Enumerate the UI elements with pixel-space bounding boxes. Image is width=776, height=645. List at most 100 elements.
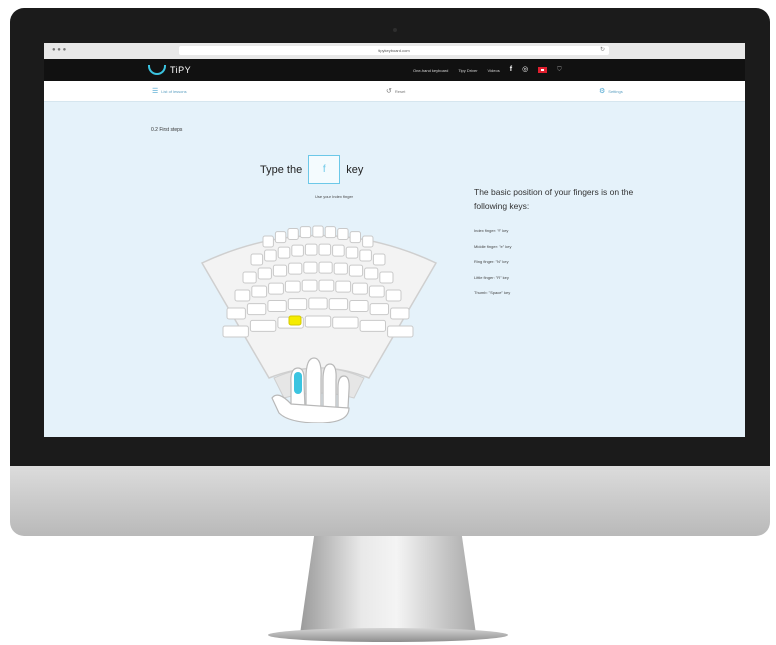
keyboard-key bbox=[312, 225, 324, 238]
keyboard-key bbox=[304, 243, 318, 256]
finger-position-list: Index finger: "f" key Middle finger: "e"… bbox=[474, 223, 512, 301]
keyboard-key bbox=[349, 231, 362, 244]
list-of-lessons-label: List of lessons bbox=[161, 88, 187, 94]
keyboard-key bbox=[226, 307, 246, 320]
keyboard-key bbox=[303, 261, 318, 274]
list-of-lessons-button[interactable]: ☰ List of lessons bbox=[152, 81, 187, 101]
nav-links: One-hand keyboard Tipy Driver Videos f ◎… bbox=[413, 64, 562, 76]
window-dots-icon[interactable]: ● ● ● bbox=[52, 46, 66, 55]
info-title: The basic position of your fingers is on… bbox=[474, 187, 634, 211]
keyboard-key bbox=[332, 316, 359, 329]
keyboard-key bbox=[359, 319, 387, 332]
keyboard-key bbox=[318, 279, 335, 292]
gear-icon: ⚙ bbox=[599, 88, 606, 95]
logo-mark-icon bbox=[148, 65, 166, 75]
site-navigation: TiPY One-hand keyboard Tipy Driver Video… bbox=[44, 59, 745, 81]
nav-link-keyboard[interactable]: One-hand keyboard bbox=[413, 68, 448, 73]
cart-icon[interactable]: ⛉ bbox=[557, 64, 562, 76]
list-item: Middle finger: "e" key bbox=[474, 243, 512, 249]
keyboard-key bbox=[387, 325, 414, 338]
keyboard-key bbox=[349, 300, 369, 312]
reset-label: Reset bbox=[394, 88, 406, 94]
settings-button[interactable]: ⚙ Settings bbox=[599, 81, 623, 101]
keyboard-key bbox=[364, 267, 379, 280]
url-field[interactable]: tipykeyboard.com bbox=[179, 46, 609, 55]
target-key-box: f bbox=[308, 155, 341, 184]
keyboard-key bbox=[348, 264, 364, 277]
lesson-toolbar: ☰ List of lessons ↺ Reset ⚙ Settings bbox=[44, 81, 745, 102]
list-item: Little finger: "R" key bbox=[474, 274, 509, 280]
keyboard-key bbox=[301, 279, 318, 292]
keyboard-key bbox=[333, 262, 348, 275]
prompt-text-before: Type the bbox=[260, 163, 303, 176]
keyboard-key bbox=[324, 226, 337, 239]
keyboard-key bbox=[288, 262, 303, 275]
keyboard-key bbox=[372, 253, 386, 266]
keyboard-key bbox=[362, 235, 374, 248]
keyboard-key bbox=[337, 228, 349, 240]
keyboard-key bbox=[359, 249, 372, 262]
keyboard-key bbox=[267, 300, 287, 312]
keyboard-key bbox=[332, 244, 345, 257]
highlighted-f-key bbox=[288, 315, 302, 326]
keyboard-key bbox=[335, 280, 352, 293]
reset-button[interactable]: ↺ Reset bbox=[386, 81, 405, 101]
tipy-logo[interactable]: TiPY bbox=[148, 63, 191, 77]
monitor-chin bbox=[10, 466, 770, 536]
keyboard-key bbox=[379, 271, 394, 284]
screen: ● ● ● tipykeyboard.com ↻ TiPY One-hand k… bbox=[44, 43, 745, 437]
monitor-base bbox=[268, 628, 508, 642]
keyboard-key bbox=[318, 261, 333, 274]
keyboard-key bbox=[277, 246, 291, 259]
keyboard-key bbox=[299, 226, 312, 239]
keyboard-key bbox=[274, 231, 287, 244]
type-key-prompt: Type the f key bbox=[260, 155, 363, 184]
camera-dot bbox=[393, 28, 397, 32]
facebook-icon[interactable]: f bbox=[510, 64, 512, 76]
flag-icon[interactable] bbox=[538, 67, 548, 73]
keyboard-key bbox=[385, 289, 402, 302]
keyboard-key bbox=[287, 298, 308, 311]
keyboard-key bbox=[352, 282, 368, 295]
keyboard-key bbox=[264, 249, 277, 262]
keyboard-key bbox=[304, 315, 332, 328]
keyboard-key bbox=[272, 264, 288, 277]
keyboard-key bbox=[291, 244, 304, 257]
keyboard-key bbox=[284, 280, 301, 293]
keyboard-key bbox=[308, 297, 328, 310]
keyboard-key bbox=[345, 246, 359, 259]
keyboard-key bbox=[249, 319, 277, 332]
browser-bar: ● ● ● tipykeyboard.com ↻ bbox=[44, 43, 745, 60]
keyboard-key bbox=[287, 228, 299, 240]
reset-icon: ↺ bbox=[386, 88, 392, 95]
list-icon: ☰ bbox=[152, 88, 159, 95]
keyboard-key bbox=[246, 303, 267, 316]
keyboard-key bbox=[222, 325, 249, 338]
instagram-icon[interactable]: ◎ bbox=[522, 64, 528, 76]
logo-text: TiPY bbox=[170, 65, 192, 75]
keyboard-key bbox=[390, 307, 410, 320]
keyboard-key bbox=[368, 285, 385, 298]
list-item: Index finger: "f" key bbox=[474, 228, 509, 233]
list-item: Thumb: "Space" key bbox=[474, 290, 511, 295]
keyboard-key bbox=[257, 267, 272, 280]
keyboard-key bbox=[250, 253, 264, 266]
keyboard-key bbox=[369, 303, 390, 316]
keyboard-key bbox=[242, 271, 257, 284]
reload-icon[interactable]: ↻ bbox=[600, 46, 605, 55]
nav-link-driver[interactable]: Tipy Driver bbox=[458, 68, 477, 73]
list-item: Ring finger: "N" key bbox=[474, 259, 509, 264]
monitor-stand bbox=[300, 536, 476, 634]
keyboard-key bbox=[318, 243, 332, 256]
nav-link-videos[interactable]: Videos bbox=[488, 68, 500, 73]
step-title: 0.2 First steps bbox=[151, 127, 183, 133]
active-index-finger bbox=[294, 372, 302, 394]
keyboard-key bbox=[251, 285, 268, 298]
keyboard-key bbox=[328, 298, 349, 311]
finger-hint: Use your Index finger bbox=[314, 194, 354, 199]
photo-stage: ● ● ● tipykeyboard.com ↻ TiPY One-hand k… bbox=[0, 0, 776, 645]
keyboard-key bbox=[262, 235, 274, 248]
prompt-text-after: key bbox=[346, 163, 364, 176]
keyboard-key bbox=[268, 282, 284, 295]
one-hand-keyboard-illustration bbox=[200, 225, 438, 423]
